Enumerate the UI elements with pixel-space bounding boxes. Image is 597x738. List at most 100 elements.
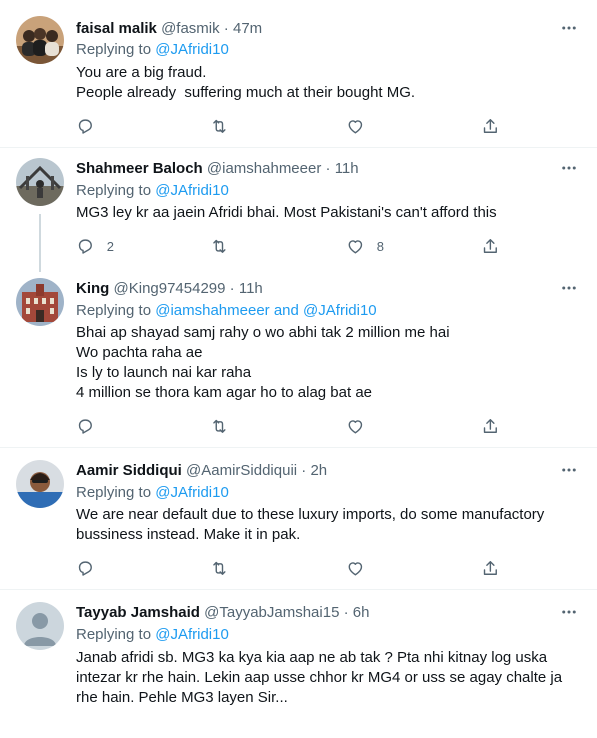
author-handle[interactable]: @iamshahmeeer <box>207 160 321 177</box>
author-name[interactable]: Aamir Siddiqui <box>76 462 182 479</box>
text-line: Bhai ap shayad samj rahy o wo abhi tak 2… <box>76 324 450 341</box>
replying-to: Replying to @JAfridi10 <box>76 625 229 645</box>
heart-icon <box>348 119 363 134</box>
mention-link[interactable]: @JAfridi10 <box>155 626 229 643</box>
tweet-header: Tayyab Jamshaid @TayyabJamshai15 · 6h <box>76 604 557 622</box>
reply-count: 2 <box>106 238 114 254</box>
timestamp[interactable]: 6h <box>353 604 370 621</box>
share-button[interactable] <box>481 558 500 578</box>
tweet-text: Janab afridi sb. MG3 ka kya kia aap ne a… <box>76 648 569 708</box>
heart-icon <box>348 239 363 254</box>
mention-link[interactable]: @iamshahmeeer <box>155 302 269 319</box>
replying-to-label: Replying to <box>76 626 156 643</box>
reply-icon <box>78 561 92 576</box>
share-button[interactable] <box>481 236 500 256</box>
separator: · <box>297 462 311 479</box>
separator: · <box>339 604 353 621</box>
reply-button[interactable] <box>76 558 107 578</box>
like-button[interactable] <box>346 416 377 436</box>
replying-to: Replying to @iamshahmeeer and @JAfridi10 <box>76 301 377 321</box>
text-line: We are near default due to these luxury … <box>76 506 545 523</box>
thread-line <box>39 214 41 272</box>
reply-feed: faisal malik @fasmik · 47m Replying to @… <box>0 0 597 738</box>
mention-link[interactable]: @JAfridi10 <box>303 302 377 319</box>
tweet[interactable]: Tayyab Jamshaid @TayyabJamshai15 · 6h Re… <box>0 590 597 738</box>
text-line: You are a big fraud. <box>76 64 207 81</box>
more-icon[interactable] <box>559 18 579 38</box>
tweet-text: You are a big fraud. People already suff… <box>76 63 569 103</box>
retweet-button[interactable] <box>210 236 241 256</box>
share-button[interactable] <box>481 116 500 136</box>
tweet-text: Bhai ap shayad samj rahy o wo abhi tak 2… <box>76 323 569 403</box>
author-handle[interactable]: @TayyabJamshai15 <box>204 604 339 621</box>
reply-button[interactable]: 2 <box>76 236 114 256</box>
share-button[interactable] <box>481 416 500 436</box>
tweet-text: MG3 ley kr aa jaein Afridi bhai. Most Pa… <box>76 203 569 223</box>
tweet[interactable]: Aamir Siddiqui @AamirSiddiquii · 2h Repl… <box>0 448 597 590</box>
replying-to-label: Replying to <box>76 484 156 501</box>
timestamp[interactable]: 11h <box>335 160 359 177</box>
avatar[interactable] <box>16 158 64 206</box>
replying-to: Replying to @JAfridi10 <box>76 40 229 60</box>
reply-button[interactable] <box>76 116 107 136</box>
author-name[interactable]: Tayyab Jamshaid <box>76 604 200 621</box>
mention-link[interactable]: @JAfridi10 <box>155 41 229 58</box>
retweet-button[interactable] <box>210 416 241 436</box>
mention-link[interactable]: @JAfridi10 <box>155 182 229 199</box>
replying-to-label: Replying to <box>76 302 156 319</box>
like-button[interactable] <box>346 558 377 578</box>
mention-link[interactable]: @JAfridi10 <box>155 484 229 501</box>
avatar[interactable] <box>16 16 64 64</box>
tweet[interactable]: King @King97454299 · 11h Replying to @ia… <box>0 268 597 448</box>
heart-icon <box>348 419 363 434</box>
author-handle[interactable]: @fasmik <box>161 20 220 37</box>
tweet-header: faisal malik @fasmik · 47m <box>76 20 557 38</box>
avatar[interactable] <box>16 278 64 326</box>
reply-button[interactable] <box>76 416 107 436</box>
author-handle[interactable]: @King97454299 <box>114 280 226 297</box>
avatar[interactable] <box>16 602 64 650</box>
more-icon[interactable] <box>559 158 579 178</box>
tweet[interactable]: Shahmeer Baloch @iamshahmeeer · 11h Repl… <box>0 148 597 272</box>
like-button[interactable] <box>346 116 377 136</box>
share-icon <box>483 118 497 133</box>
author-name[interactable]: King <box>76 280 109 297</box>
retweet-icon <box>213 419 226 433</box>
replying-to-label: Replying to <box>76 41 156 58</box>
like-button[interactable]: 8 <box>346 236 384 256</box>
share-icon <box>483 418 497 433</box>
like-count: 8 <box>376 238 384 254</box>
author-name[interactable]: faisal malik <box>76 20 157 37</box>
more-icon[interactable] <box>559 460 579 480</box>
author-name[interactable]: Shahmeer Baloch <box>76 160 203 177</box>
text-line: bussiness instead. Make it in pak. <box>76 526 301 543</box>
avatar[interactable] <box>16 460 64 508</box>
timestamp[interactable]: 11h <box>239 280 263 297</box>
timestamp[interactable]: 2h <box>310 462 327 479</box>
retweet-button[interactable] <box>210 558 241 578</box>
timestamp[interactable]: 47m <box>233 20 262 37</box>
more-icon[interactable] <box>559 278 579 298</box>
replying-to-label: Replying to <box>76 182 156 199</box>
tweet-header: King @King97454299 · 11h <box>76 280 557 298</box>
replying-to-and: and <box>269 302 304 319</box>
tweet-header: Shahmeer Baloch @iamshahmeeer · 11h <box>76 160 557 178</box>
more-icon[interactable] <box>559 602 579 622</box>
author-handle[interactable]: @AamirSiddiquii <box>186 462 297 479</box>
retweet-button[interactable] <box>210 116 241 136</box>
heart-icon <box>348 561 363 576</box>
replying-to: Replying to @JAfridi10 <box>76 483 229 503</box>
action-bar <box>76 116 597 136</box>
text-line: Is ly to launch nai kar raha <box>76 364 252 381</box>
text-line: Wo pachta raha ae <box>76 344 203 361</box>
action-bar: 2 8 <box>76 236 597 256</box>
text-line: Janab afridi sb. MG3 ka kya kia aap ne a… <box>76 649 548 666</box>
separator: · <box>219 20 233 37</box>
tweet[interactable]: faisal malik @fasmik · 47m Replying to @… <box>0 0 597 148</box>
reply-icon <box>78 119 92 134</box>
separator: · <box>225 280 239 297</box>
retweet-icon <box>213 239 226 253</box>
action-bar <box>76 558 597 578</box>
text-line: rhe hain. Pehle MG3 layen Sir... <box>76 689 288 706</box>
action-bar <box>76 416 597 436</box>
